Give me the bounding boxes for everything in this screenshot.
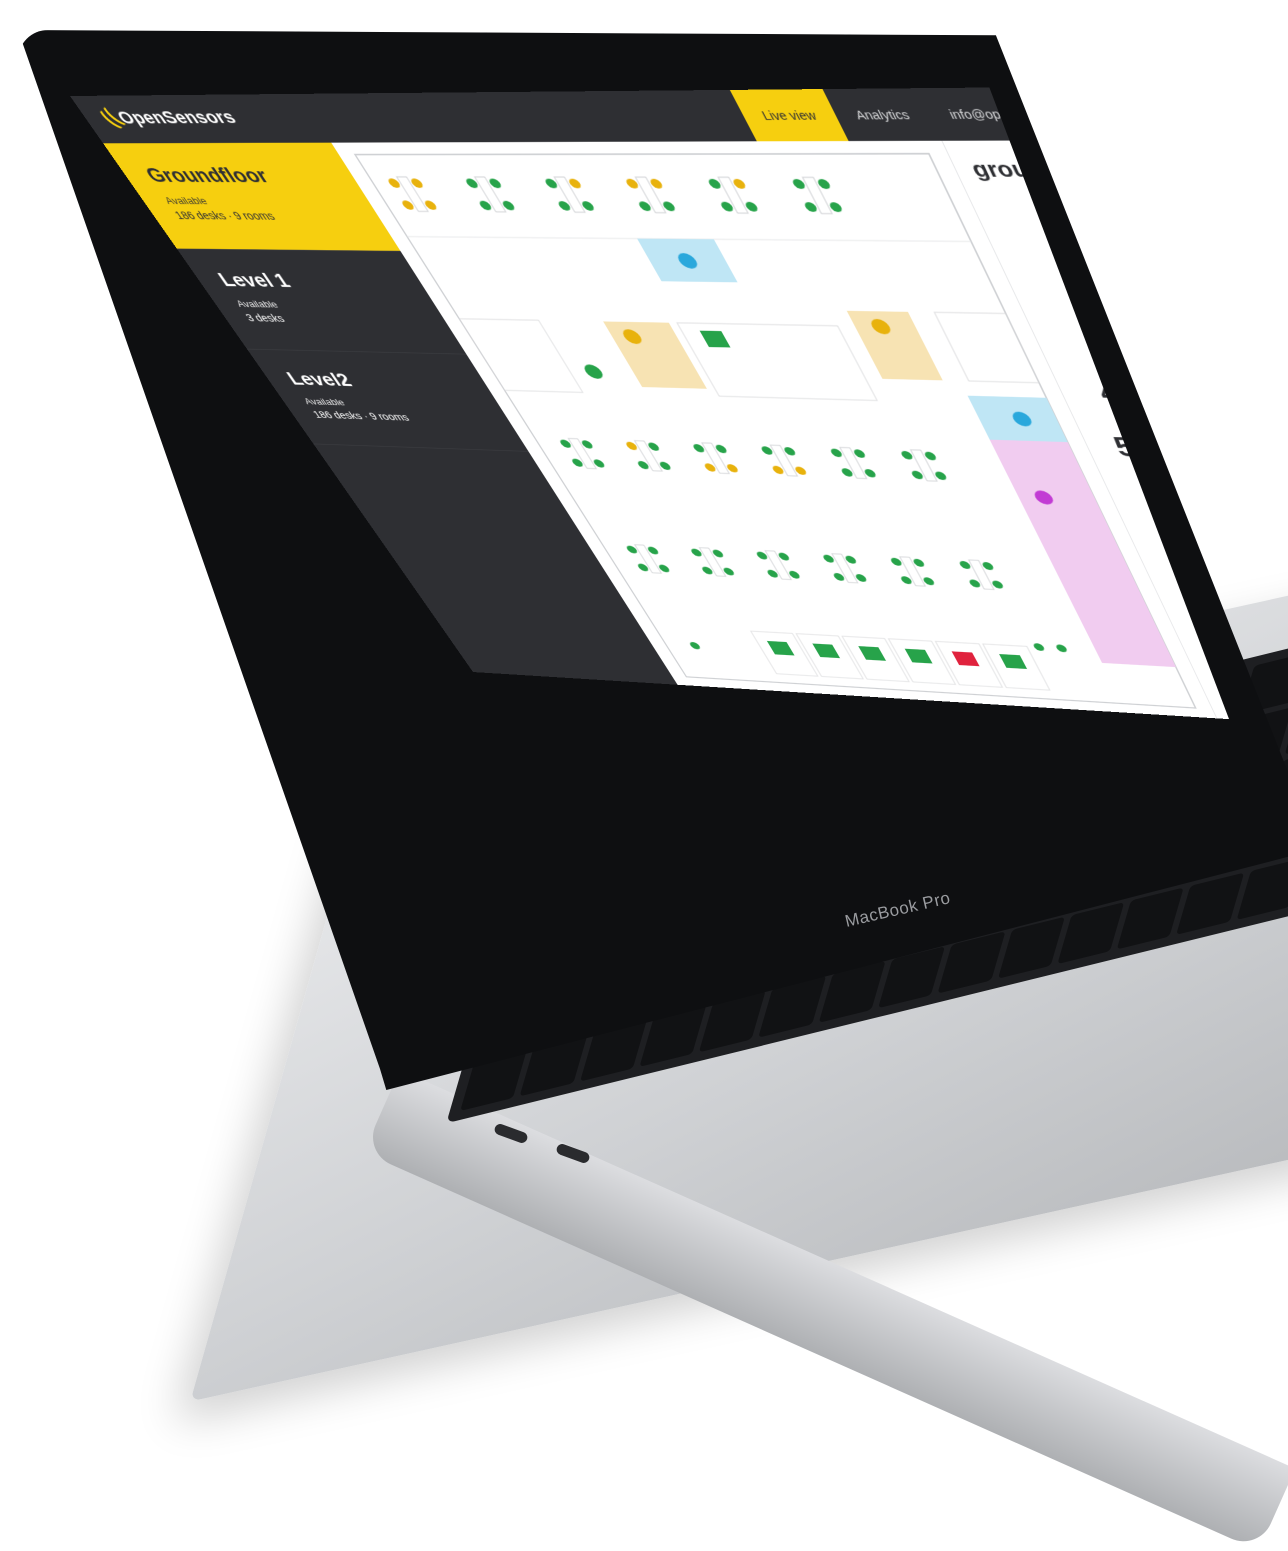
desk-free-dot[interactable] [624, 545, 639, 554]
avg-co2-label: Avg. Co2 level [1152, 464, 1220, 476]
desk-free-dot[interactable] [721, 567, 736, 576]
desk-free-dot[interactable] [477, 200, 494, 211]
main-nav: Live view Analytics info@opensensors.com… [729, 86, 1133, 142]
floor-count: 186 desks · 9 rooms [171, 209, 278, 222]
desk-free-dot[interactable] [556, 201, 573, 211]
desk-free-dot[interactable] [782, 446, 797, 456]
room-status-occupied-icon[interactable] [951, 651, 980, 667]
avg-co2-value: 580ppm [1108, 431, 1245, 466]
free-desks-label: Free desks [1054, 235, 1111, 246]
room-yellow[interactable] [603, 321, 707, 389]
desk-free-dot[interactable] [646, 546, 660, 555]
desk-cluster [765, 551, 791, 580]
desk-free-dot[interactable] [1054, 644, 1069, 653]
floor-name: Groundfloor [140, 163, 274, 187]
chevron-down-icon: ▾ [1094, 110, 1104, 120]
desk-reserved-dot[interactable] [386, 178, 403, 188]
desk-reserved-dot[interactable] [567, 178, 583, 189]
desk-reserved-dot[interactable] [702, 463, 718, 472]
room-status-free-icon[interactable] [812, 643, 841, 659]
avg-temp-value: 21C° [1081, 319, 1170, 354]
desk-free-dot[interactable] [464, 178, 480, 189]
desk-free-dot[interactable] [657, 564, 672, 573]
desk-free-dot[interactable] [689, 548, 704, 557]
desk-free-dot[interactable] [710, 549, 725, 558]
room-status-free-icon[interactable] [904, 648, 933, 664]
desk-free-dot[interactable] [776, 552, 791, 561]
desk-free-dot[interactable] [755, 551, 769, 560]
desk-free-dot[interactable] [658, 461, 673, 471]
free-rooms-total: / 20 [1108, 276, 1137, 291]
desk-cluster [699, 548, 725, 577]
desk-reserved-dot[interactable] [624, 178, 641, 189]
floor-name: Level2 [281, 367, 357, 391]
desk-reserved-dot[interactable] [422, 200, 439, 210]
stat-avg-temp: 21C° Avg. temp [1027, 319, 1230, 366]
desk-free-dot[interactable] [661, 201, 677, 212]
desk-reserved-dot[interactable] [770, 465, 786, 475]
desk-free-dot[interactable] [637, 201, 653, 212]
stat-avg-noise: 45.2db Avg. noise level [1054, 376, 1240, 423]
desk-free-dot[interactable] [636, 563, 650, 572]
free-desks-total: / 80 [1081, 215, 1110, 230]
desk-free-dot[interactable] [591, 459, 607, 468]
desk-free-dot[interactable] [580, 440, 595, 449]
room-status-free-icon[interactable] [699, 330, 731, 348]
floor-count: 3 desks [243, 311, 287, 324]
floor-count: 186 desks · 9 rooms [310, 408, 412, 423]
desk-free-dot[interactable] [765, 569, 780, 578]
desk-free-dot[interactable] [500, 200, 517, 211]
desk-free-dot[interactable] [713, 444, 729, 454]
desk-free-dot[interactable] [570, 458, 585, 467]
desk-reserved-dot[interactable] [793, 466, 808, 476]
top-bar: (( OpenSensors Live view Analytics info@… [70, 86, 1144, 144]
desk-cluster [702, 443, 729, 474]
avg-temp-label: Avg. temp [1111, 354, 1161, 365]
desk-free-dot[interactable] [646, 442, 661, 451]
desk-reserved-dot[interactable] [648, 178, 665, 189]
avg-noise-label: Avg. noise level [1124, 410, 1199, 422]
desk-reserved-dot[interactable] [409, 178, 425, 188]
desk-free-dot[interactable] [700, 566, 715, 575]
room-marker-icon[interactable] [581, 364, 606, 380]
desk-free-dot[interactable] [1032, 642, 1046, 652]
desk-reserved-dot[interactable] [725, 464, 740, 473]
room-status-free-icon[interactable] [766, 640, 795, 656]
floor-availability: Available [161, 194, 210, 207]
desk-free-dot[interactable] [636, 460, 651, 470]
desk-free-dot[interactable] [691, 443, 707, 453]
floor-availability: Available [233, 298, 281, 310]
desk-free-dot[interactable] [487, 178, 504, 189]
desk-free-dot[interactable] [558, 439, 573, 448]
brand-name: OpenSensors [112, 106, 240, 128]
desk-reserved-dot[interactable] [624, 441, 639, 451]
desk-free-dot[interactable] [580, 201, 596, 211]
room-status-free-icon[interactable] [858, 646, 887, 661]
desk-free-dot[interactable] [759, 446, 775, 455]
room-status-free-icon[interactable] [999, 654, 1028, 669]
fullscreen-icon[interactable]: ⤢ [1124, 147, 1141, 162]
desk-free-dot[interactable] [787, 570, 802, 579]
desk-reserved-dot[interactable] [400, 200, 416, 210]
room-outline [934, 312, 1039, 382]
desk-free-dot[interactable] [688, 641, 702, 650]
avg-noise-value: 45.2db [1092, 376, 1211, 411]
floor-name: Level 1 [213, 268, 295, 292]
free-rooms-label: Free rooms [1081, 295, 1138, 307]
brand-logo[interactable]: (( OpenSensors [94, 104, 242, 131]
stat-avg-co2: 580ppm Avg. Co2 level [1080, 431, 1245, 478]
stat-free-rooms: 12 / 20 Free rooms [999, 260, 1205, 308]
desk-free-dot[interactable] [543, 178, 560, 189]
